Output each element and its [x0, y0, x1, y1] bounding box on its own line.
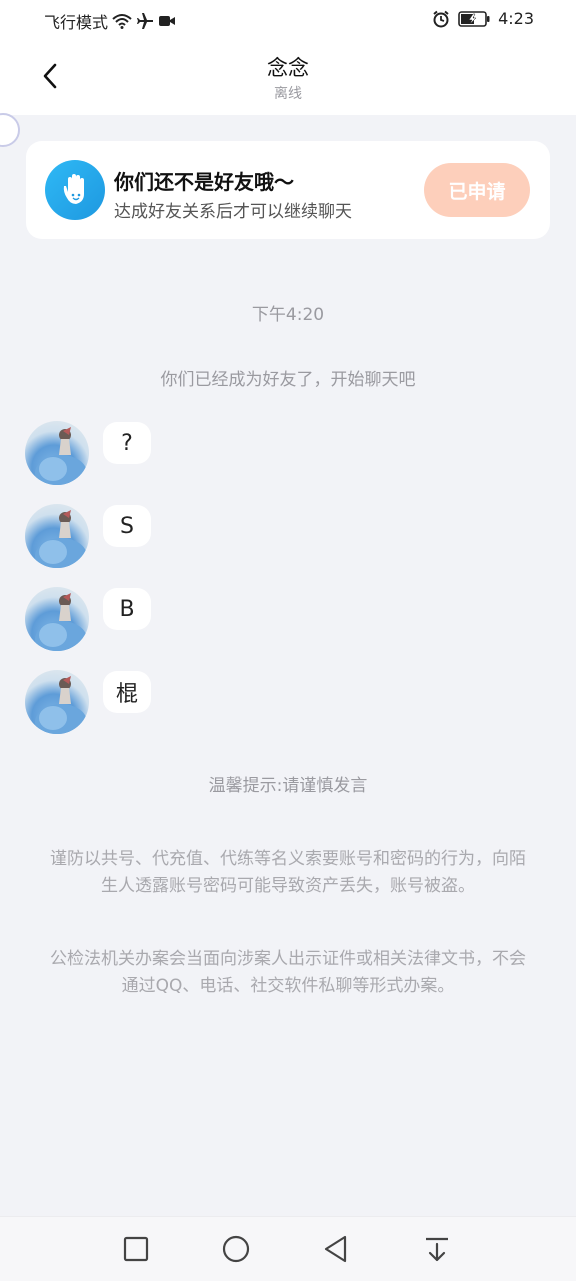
status-left: 飞行模式 [44, 9, 176, 33]
hand-icon [45, 160, 105, 220]
message-bubble[interactable]: 棍 [103, 671, 151, 713]
pull-down-button[interactable] [419, 1231, 455, 1267]
floating-handle[interactable] [0, 113, 20, 147]
battery-icon [458, 10, 490, 28]
wifi-icon [112, 12, 132, 30]
home-button[interactable] [218, 1231, 254, 1267]
card-description: 达成好友关系后才可以继续聊天 [114, 202, 352, 222]
message-bubble[interactable]: B [103, 588, 151, 630]
avatar[interactable] [25, 504, 89, 568]
online-status: 离线 [274, 86, 302, 102]
card-title: 你们还不是好友哦～ [114, 170, 294, 194]
avatar[interactable] [25, 421, 89, 485]
message-row: 棍 [25, 670, 525, 736]
back-icon [324, 1235, 347, 1263]
pull-down-icon [426, 1237, 448, 1262]
warm-tip: 温馨提示:请谨慎发言 [208, 776, 368, 796]
status-time: 4:23 [498, 9, 534, 28]
police-notice: 公检法机关办案会当面向涉案人出示证件或相关法律文书，不会通过QQ、电话、社交软件… [50, 949, 526, 996]
message-time: 下午4:20 [251, 305, 325, 325]
recent-apps-button[interactable] [118, 1231, 154, 1267]
nav-back-button[interactable] [318, 1231, 354, 1267]
home-icon [222, 1235, 250, 1263]
message-row: S [25, 504, 525, 570]
airplane-icon [136, 12, 154, 30]
message-bubble[interactable]: S [103, 505, 151, 547]
status-right: 4:23 [432, 9, 534, 28]
applied-button[interactable]: 已申请 [424, 163, 530, 217]
system-message: 你们已经成为好友了，开始聊天吧 [160, 370, 416, 390]
message-row: ? [25, 421, 525, 487]
contact-name: 念念 [267, 56, 309, 80]
avatar[interactable] [25, 670, 89, 734]
recent-apps-icon [123, 1236, 149, 1262]
alarm-icon [432, 10, 450, 28]
not-friend-card: 你们还不是好友哦～ 达成好友关系后才可以继续聊天 已申请 [26, 141, 550, 239]
status-bar: 飞行模式 4:23 [0, 0, 576, 40]
message-bubble[interactable]: ? [103, 422, 151, 464]
airplane-mode-label: 飞行模式 [44, 13, 109, 32]
system-nav-bar [0, 1216, 576, 1281]
account-safety-notice: 谨防以共号、代充值、代练等名义索要账号和密码的行为，向陌生人透露账号密码可能导致… [50, 849, 526, 896]
message-row: B [25, 587, 525, 653]
chat-header: 念念 离线 [0, 40, 576, 115]
camera-icon [158, 12, 176, 30]
avatar[interactable] [25, 587, 89, 651]
